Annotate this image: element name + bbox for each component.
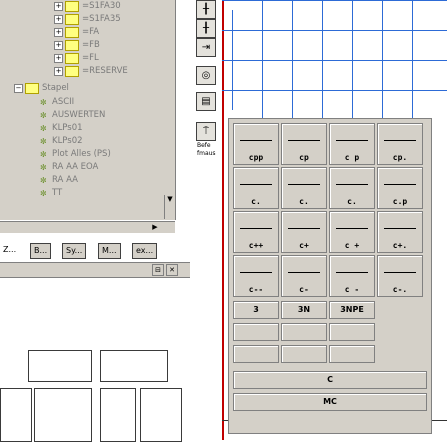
tree-item-batch[interactable]: ✼ ASCII <box>40 96 74 109</box>
arrow-plus-icon[interactable]: ⇥ <box>196 38 216 57</box>
symbol-button[interactable]: c+ <box>281 211 327 253</box>
batch-icon: ✼ <box>40 189 47 198</box>
tree-item-batch[interactable]: ✼ RA AA <box>40 174 78 187</box>
symbol-palette: cpp cp c p cp. c. c. c. c.p c++ c+ c + c… <box>228 118 432 434</box>
tree-item-batch[interactable]: ✼ AUSWERTEN <box>40 109 105 122</box>
folder-icon <box>65 53 79 64</box>
symbol-button[interactable]: c - <box>329 255 375 297</box>
form-icon[interactable]: ▤ <box>196 92 216 111</box>
tab-m[interactable]: M... <box>98 243 121 259</box>
expand-icon[interactable]: + <box>54 2 63 11</box>
expand-icon[interactable]: + <box>54 15 63 24</box>
folder-icon <box>65 66 79 77</box>
tree-item-stapel[interactable]: − Stapel <box>14 82 69 95</box>
batch-icon: ✼ <box>40 150 47 159</box>
sheet-thumbnail[interactable] <box>140 388 182 442</box>
tab-sy[interactable]: Sy... <box>62 243 87 259</box>
symbol-button-empty[interactable] <box>329 323 375 341</box>
close-icon[interactable]: ✕ <box>166 264 178 276</box>
symbol-button[interactable]: c + <box>329 211 375 253</box>
symbol-button-3n[interactable]: 3N <box>281 301 327 319</box>
batch-icon: ✼ <box>40 163 47 172</box>
folder-icon <box>65 1 79 12</box>
folder-icon <box>25 83 39 94</box>
sheet-thumbnail[interactable] <box>34 388 92 442</box>
antenna-icon[interactable]: ⍑ <box>196 122 216 141</box>
sheet-preview-area <box>0 278 190 442</box>
symbol-button-empty[interactable] <box>281 345 327 363</box>
symbol-button[interactable]: cpp <box>233 123 279 165</box>
batch-icon: ✼ <box>40 137 47 146</box>
symbol-button[interactable]: c. <box>233 167 279 209</box>
batch-icon: ✼ <box>40 176 47 185</box>
panel-tabs: Z... B... Sy... M... ex... <box>0 243 190 259</box>
symbol-button[interactable]: c++ <box>233 211 279 253</box>
tree-item-batch[interactable]: ✼ Plot Alles (PS) <box>40 148 111 161</box>
panel-splitter[interactable]: ⊟ ✕ <box>0 262 190 278</box>
plus-icon[interactable]: ╂ <box>196 0 216 19</box>
tree-item-batch[interactable]: ✼ TT <box>40 187 62 200</box>
symbol-button-mc[interactable]: MC <box>233 393 427 411</box>
tree-item-batch[interactable]: ✼ KLPs02 <box>40 135 83 148</box>
folder-icon <box>65 14 79 25</box>
batch-icon: ✼ <box>40 124 47 133</box>
plus-icon[interactable]: ╂ <box>196 19 216 38</box>
symbol-button-3npe[interactable]: 3NPE <box>329 301 375 319</box>
tab-ex[interactable]: ex... <box>132 243 158 259</box>
symbol-button-empty[interactable] <box>233 345 279 363</box>
symbol-button[interactable]: c p <box>329 123 375 165</box>
sheet-thumbnail[interactable] <box>0 388 32 442</box>
symbol-button[interactable]: cp <box>281 123 327 165</box>
scroll-down-icon[interactable]: ▼ <box>165 195 175 203</box>
tree-item-folder[interactable]: + =FB <box>54 39 100 52</box>
symbol-button[interactable]: c-- <box>233 255 279 297</box>
symbol-button-c[interactable]: C <box>233 371 427 389</box>
symbol-button-3[interactable]: 3 <box>233 301 279 319</box>
symbol-button[interactable]: c. <box>329 167 375 209</box>
symbol-button[interactable]: c- <box>281 255 327 297</box>
tree-item-batch[interactable]: ✼ RA AA EOA <box>40 161 98 174</box>
symbol-button[interactable]: c.p <box>377 167 423 209</box>
tab-prefix: Z... <box>3 245 17 254</box>
collapse-icon[interactable]: − <box>14 84 23 93</box>
batch-icon: ✼ <box>40 111 47 120</box>
expand-icon[interactable]: + <box>54 54 63 63</box>
tree-item-folder[interactable]: + =S1FA35 <box>54 13 121 26</box>
folder-icon <box>65 27 79 38</box>
tree-item-batch[interactable]: ✼ KLPs01 <box>40 122 83 135</box>
target-icon[interactable]: ◎ <box>196 66 216 85</box>
toolbar-side-label: Befe fmaus <box>197 142 216 157</box>
sheet-thumbnail[interactable] <box>100 350 168 382</box>
sheet-thumbnail[interactable] <box>100 388 136 442</box>
symbol-button[interactable]: c-. <box>377 255 423 297</box>
symbol-button[interactable]: c+. <box>377 211 423 253</box>
tree-item-folder[interactable]: + =S1FA30 <box>54 0 121 13</box>
tree-item-folder[interactable]: + =FA <box>54 26 99 39</box>
symbol-button-empty[interactable] <box>329 345 375 363</box>
symbol-toolbar: ╂ ╂ ⇥ ◎ ▤ ⍑ <box>196 0 218 142</box>
tree-horizontal-scrollbar[interactable]: ▶ <box>0 221 175 233</box>
expand-icon[interactable]: + <box>54 41 63 50</box>
batch-icon: ✼ <box>40 98 47 107</box>
tree-scrollbar[interactable]: ▼ <box>164 195 175 219</box>
symbol-button-empty[interactable] <box>281 323 327 341</box>
symbol-button[interactable]: cp. <box>377 123 423 165</box>
tree-item-folder[interactable]: + =RESERVE <box>54 65 128 78</box>
folder-icon <box>65 40 79 51</box>
expand-icon[interactable]: + <box>54 67 63 76</box>
scroll-right-icon[interactable]: ▶ <box>150 223 160 232</box>
tab-b[interactable]: B... <box>30 243 52 259</box>
expand-icon[interactable]: + <box>54 28 63 37</box>
tree-item-folder[interactable]: + =FL <box>54 52 99 65</box>
dock-icon[interactable]: ⊟ <box>152 264 164 276</box>
project-tree-panel: + =S1FA30 + =S1FA35 + =FA + =FB + =FL + =RESER… <box>0 0 176 220</box>
symbol-button-empty[interactable] <box>233 323 279 341</box>
symbol-button[interactable]: c. <box>281 167 327 209</box>
sheet-thumbnail[interactable] <box>28 350 92 382</box>
